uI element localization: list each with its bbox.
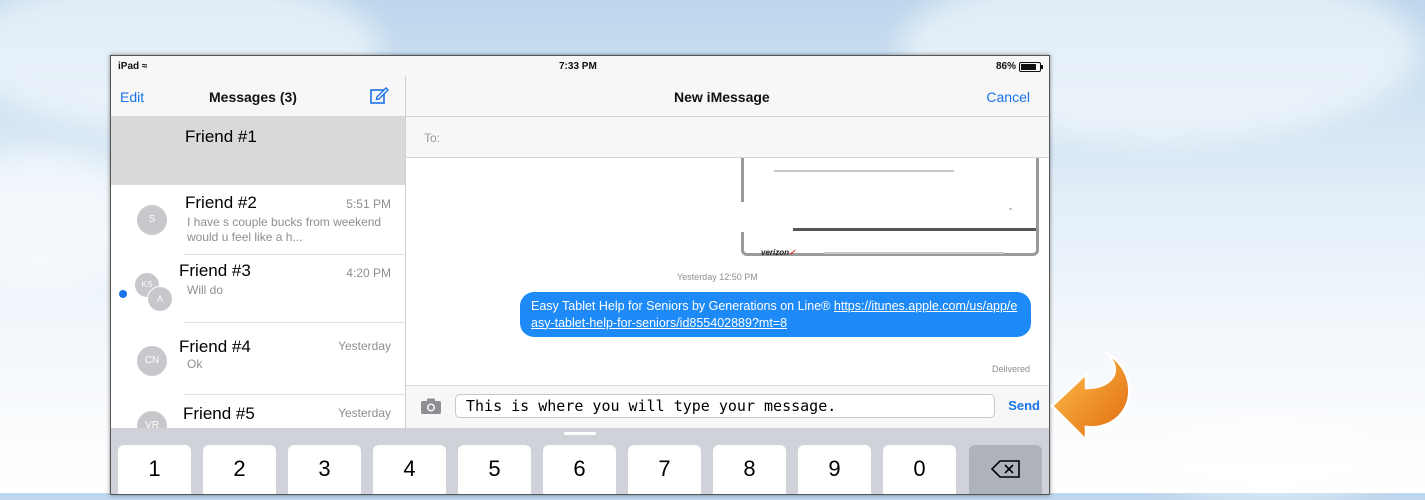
- detail-nav-bar: New iMessage Cancel: [406, 76, 1049, 117]
- conversation-name: Friend #5: [183, 404, 255, 423]
- key-3[interactable]: 3: [288, 445, 361, 494]
- send-button[interactable]: Send: [1008, 398, 1040, 413]
- message-input-bar: Send: [406, 385, 1049, 428]
- conversation-name: Friend #4: [179, 337, 251, 356]
- key-6[interactable]: 6: [543, 445, 616, 494]
- delivered-status: Delivered: [991, 364, 1030, 374]
- orange-curved-arrow-icon: [1050, 350, 1131, 443]
- conversation-time: 5:51 PM: [346, 197, 391, 211]
- conversation-item[interactable]: KS A Friend #3 4:20 PM Will do: [111, 255, 405, 323]
- message-text: Easy Tablet Help for Seniors by Generati…: [531, 299, 834, 313]
- verizon-logo: verizon✓: [761, 248, 796, 257]
- conversation-name: Friend #1: [185, 127, 257, 146]
- messages-title: Messages (3): [209, 89, 297, 105]
- conversation-item[interactable]: Friend #1: [111, 117, 405, 185]
- battery-icon: [1019, 61, 1043, 72]
- conversation-list-panel: Edit Messages (3) Friend #1 S Friend #2 …: [111, 76, 406, 441]
- key-1[interactable]: 1: [118, 445, 191, 494]
- battery-percent: 86%: [995, 61, 1016, 72]
- key-7[interactable]: 7: [628, 445, 701, 494]
- on-screen-keyboard: 1 2 3 4 5 6 7 8 9 0: [111, 428, 1049, 494]
- conversation-item[interactable]: S Friend #2 5:51 PM I have s couple buck…: [111, 185, 405, 255]
- message-input[interactable]: [455, 394, 995, 418]
- key-5[interactable]: 5: [458, 445, 531, 494]
- status-time: 7:33 PM: [559, 61, 597, 72]
- delete-key-icon: [990, 460, 1020, 478]
- conversation-snippet: I have s couple bucks from weekend would…: [187, 215, 382, 244]
- key-0[interactable]: 0: [883, 445, 956, 494]
- conversation-time: 4:20 PM: [346, 266, 391, 280]
- conversation-item[interactable]: CN Friend #4 Yesterday Ok: [111, 323, 405, 395]
- delete-key[interactable]: [969, 445, 1042, 494]
- camera-icon[interactable]: [420, 397, 442, 415]
- message-bubble[interactable]: Easy Tablet Help for Seniors by Generati…: [520, 292, 1031, 337]
- messages-nav-bar: Edit Messages (3): [111, 76, 405, 117]
- status-bar: iPad ≈ 7:33 PM 86%: [111, 56, 1049, 76]
- key-8[interactable]: 8: [713, 445, 786, 494]
- compose-icon[interactable]: [369, 85, 389, 105]
- edit-button[interactable]: Edit: [120, 89, 144, 105]
- key-9[interactable]: 9: [798, 445, 871, 494]
- keyboard-handle[interactable]: [564, 432, 596, 435]
- message-timestamp: Yesterday 12:50 PM: [677, 272, 758, 282]
- unread-indicator: [119, 290, 127, 298]
- conversation-snippet: Ok: [187, 357, 203, 371]
- recipient-field[interactable]: To:: [406, 117, 1049, 158]
- conversation-name: Friend #2: [185, 193, 257, 212]
- avatar-secondary: A: [147, 286, 173, 312]
- to-label: To:: [424, 131, 441, 145]
- wifi-icon: ≈: [141, 61, 148, 72]
- conversation-snippet: Will do: [187, 283, 224, 297]
- conversation-time: Yesterday: [338, 406, 391, 420]
- conversation-time: Yesterday: [338, 339, 391, 353]
- new-imessage-title: New iMessage: [674, 89, 770, 105]
- key-2[interactable]: 2: [203, 445, 276, 494]
- avatar: S: [137, 205, 167, 235]
- conversation-name: Friend #3: [179, 261, 251, 280]
- status-battery: 86%: [995, 61, 1043, 72]
- avatar: CN: [137, 346, 167, 376]
- status-device: iPad ≈: [118, 61, 148, 72]
- message-detail-panel: New iMessage Cancel To: verizon✓ Yesterd…: [406, 76, 1049, 428]
- key-4[interactable]: 4: [373, 445, 446, 494]
- ipad-screen: iPad ≈ 7:33 PM 86% Edit Messages (3) Fri…: [110, 55, 1050, 495]
- cancel-button[interactable]: Cancel: [986, 89, 1030, 105]
